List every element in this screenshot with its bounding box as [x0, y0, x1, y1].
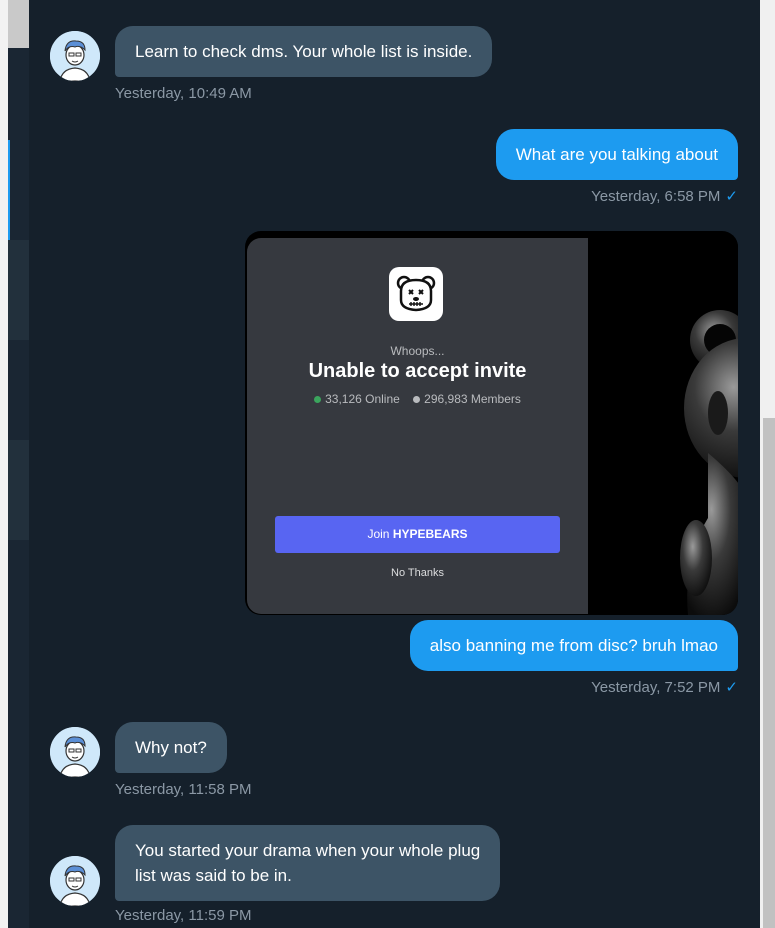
- member-count: 296,983 Members: [424, 392, 521, 406]
- sender-avatar[interactable]: [50, 31, 100, 81]
- message-timestamp: Yesterday, 10:49 AM: [115, 85, 252, 102]
- conversation-list-row[interactable]: [8, 240, 29, 340]
- outgoing-message-bubble[interactable]: What are you talking about: [495, 129, 738, 180]
- chat-thread[interactable]: Learn to check dms. Your whole list is i…: [29, 0, 760, 928]
- bear-skull-icon: [389, 267, 443, 321]
- check-icon: ✓: [725, 188, 738, 205]
- join-server-button: Join HYPEBEARS: [275, 516, 560, 553]
- page-scrollbar-thumb[interactable]: [763, 418, 775, 928]
- message-timestamp: Yesterday, 11:58 PM: [115, 781, 252, 798]
- server-name: HYPEBEARS: [392, 527, 468, 541]
- incoming-message-bubble[interactable]: You started your drama when your whole p…: [115, 825, 501, 901]
- message-line: list was said to be in.: [135, 866, 292, 885]
- page-scrollbar-track[interactable]: [760, 0, 775, 928]
- sender-avatar[interactable]: [50, 856, 100, 906]
- online-count: 33,126 Online: [325, 392, 400, 406]
- invite-title: Unable to accept invite: [308, 360, 527, 382]
- incoming-message-bubble[interactable]: Why not?: [115, 722, 227, 773]
- message-timestamp: Yesterday, 7:52 PM: [591, 679, 721, 696]
- message-line: You started your drama when your whole p…: [135, 841, 481, 860]
- discord-invite-card: Whoops... Unable to accept invite 33,126…: [247, 238, 588, 614]
- check-icon: ✓: [725, 679, 738, 696]
- conversation-list-scrollbar[interactable]: [8, 0, 29, 48]
- avatar-illustration-icon: [50, 31, 100, 81]
- message-meta: Yesterday, 7:52 PM ✓: [591, 678, 738, 696]
- message-timestamp: Yesterday, 11:59 PM: [115, 907, 252, 924]
- avatar-illustration-icon: [50, 727, 100, 777]
- incoming-message-bubble[interactable]: Learn to check dms. Your whole list is i…: [115, 26, 493, 77]
- selected-conversation-indicator: [8, 140, 10, 240]
- server-stats: 33,126 Online 296,983 Members: [247, 392, 588, 406]
- join-label: Join: [367, 527, 393, 541]
- sender-avatar[interactable]: [50, 727, 100, 777]
- invite-subtitle: Whoops...: [390, 344, 445, 358]
- message-timestamp: Yesterday, 6:58 PM: [591, 188, 721, 205]
- image-attachment[interactable]: Whoops... Unable to accept invite 33,126…: [245, 231, 738, 615]
- left-window-edge: [0, 0, 8, 928]
- decline-button: No Thanks: [391, 567, 444, 579]
- online-dot-icon: [314, 396, 322, 403]
- conversation-list-strip[interactable]: [8, 0, 29, 928]
- outgoing-message-bubble[interactable]: also banning me from disc? bruh lmao: [409, 620, 738, 671]
- members-dot-icon: [413, 396, 421, 403]
- conversation-list-row[interactable]: [8, 440, 29, 540]
- message-meta: Yesterday, 6:58 PM ✓: [591, 187, 738, 205]
- bear-statue-image: [588, 238, 738, 615]
- avatar-illustration-icon: [50, 856, 100, 906]
